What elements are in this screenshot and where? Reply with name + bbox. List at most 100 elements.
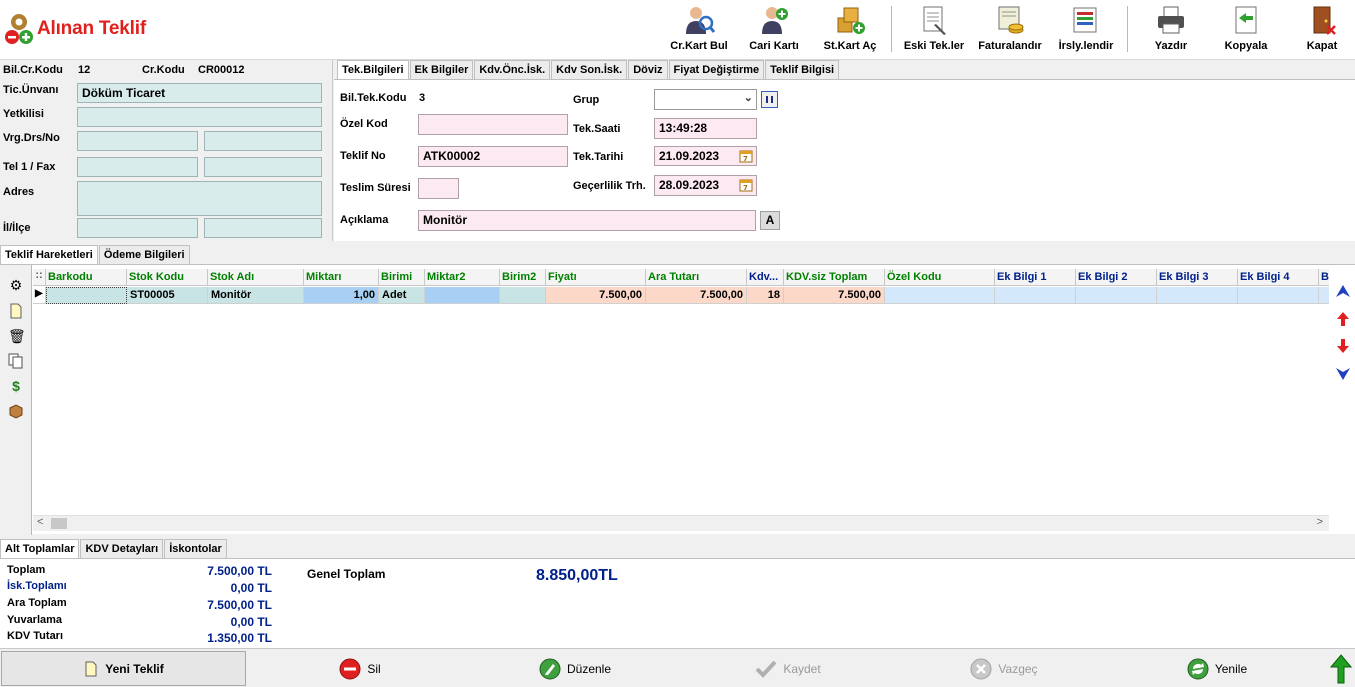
grup-select[interactable]: ⌄	[654, 89, 757, 110]
col-birim2[interactable]: Birim2	[500, 269, 546, 286]
cell-kdv[interactable]: 18	[747, 287, 784, 304]
table-row[interactable]: ▶ ST00005 Monitör 1,00 Adet 7.500,00 7.5…	[33, 287, 1329, 304]
delete-trash-icon[interactable]: 🗑	[8, 328, 26, 344]
col-ek-bilgi-2[interactable]: Ek Bilgi 2	[1076, 269, 1157, 286]
duzenle-button[interactable]: Düzenle	[530, 651, 620, 686]
col-kdv[interactable]: Kdv...	[747, 269, 784, 286]
sil-button[interactable]: Sil	[330, 651, 390, 686]
col-birimi[interactable]: Birimi	[379, 269, 425, 286]
tab-teklif-bilgisi[interactable]: Teklif Bilgisi	[765, 60, 840, 79]
move-down-icon[interactable]	[1334, 337, 1352, 355]
yenile-button[interactable]: Yenile	[1182, 651, 1252, 686]
scroll-right-icon[interactable]: >	[1317, 516, 1323, 528]
cell-ozel-kodu[interactable]	[885, 287, 995, 304]
col-stok-adi[interactable]: Stok Adı	[208, 269, 304, 286]
tab-teklif-hareketleri[interactable]: Teklif Hareketleri	[0, 245, 98, 265]
eski-tekler-button[interactable]: Eski Tek.ler	[899, 4, 969, 56]
cell-b[interactable]	[1319, 287, 1329, 304]
tab-fiyat-degistirme[interactable]: Fiyat Değiştirme	[668, 60, 765, 79]
tab-kdv-onc-isk[interactable]: Kdv.Önc.İsk.	[474, 60, 551, 79]
scrollbar-thumb[interactable]	[51, 518, 67, 529]
fax-field[interactable]	[204, 157, 322, 177]
cr-kart-bul-button[interactable]: Cr.Kart Bul	[667, 4, 731, 56]
copy-row-icon[interactable]	[8, 353, 24, 369]
calendar-icon[interactable]: 7	[739, 178, 753, 192]
col-miktar2[interactable]: Miktar2	[425, 269, 500, 286]
cell-miktari[interactable]: 1,00	[304, 287, 379, 304]
tek-saati-field[interactable]: 13:49:28	[654, 118, 757, 139]
faturalandir-button[interactable]: Faturalandır	[973, 4, 1047, 56]
cell-ek-bilgi-3[interactable]	[1157, 287, 1238, 304]
move-last-icon[interactable]	[1334, 364, 1352, 382]
gecerlilik-field[interactable]: 28.09.2023 7	[654, 175, 757, 196]
kopyala-button[interactable]: Kopyala	[1218, 4, 1274, 56]
col-ozel-kodu[interactable]: Özel Kodu	[885, 269, 995, 286]
grup-lookup-button[interactable]	[761, 91, 778, 108]
cell-kdvsiz-toplam[interactable]: 7.500,00	[784, 287, 885, 304]
cell-stok-kodu[interactable]: ST00005	[127, 287, 208, 304]
cell-fiyati[interactable]: 7.500,00	[546, 287, 646, 304]
aciklama-field[interactable]: Monitör	[418, 210, 756, 231]
tab-tek-bilgileri[interactable]: Tek.Bilgileri	[337, 60, 409, 80]
ilce-field[interactable]	[204, 218, 322, 238]
col-ek-bilgi-3[interactable]: Ek Bilgi 3	[1157, 269, 1238, 286]
vergi-dairesi-field[interactable]	[77, 131, 198, 151]
yetkilisi-field[interactable]	[77, 107, 322, 127]
tab-doviz[interactable]: Döviz	[628, 60, 668, 79]
col-ek-bilgi-4[interactable]: Ek Bilgi 4	[1238, 269, 1319, 286]
tab-kdv-detaylari[interactable]: KDV Detayları	[80, 539, 164, 558]
grid-corner[interactable]: ::	[33, 269, 46, 286]
tab-kdv-son-isk[interactable]: Kdv Son.İsk.	[551, 60, 628, 79]
go-up-arrow-icon[interactable]	[1330, 654, 1352, 684]
tab-iskontolar[interactable]: İskontolar	[164, 539, 227, 558]
package-icon[interactable]	[8, 403, 24, 419]
tab-alt-toplamlar[interactable]: Alt Toplamlar	[0, 539, 80, 559]
cell-ek-bilgi-2[interactable]	[1076, 287, 1157, 304]
il-field[interactable]	[77, 218, 198, 238]
col-miktari[interactable]: Miktarı	[304, 269, 379, 286]
tek-tarihi-field[interactable]: 21.09.2023 7	[654, 146, 757, 166]
ozel-kod-field[interactable]	[418, 114, 568, 135]
col-ara-tutari[interactable]: Ara Tutarı	[646, 269, 747, 286]
tab-odeme-bilgileri[interactable]: Ödeme Bilgileri	[98, 245, 190, 264]
cell-ara-tutari[interactable]: 7.500,00	[646, 287, 747, 304]
teklif-no-field[interactable]: ATK00002	[418, 146, 568, 167]
move-up-icon[interactable]	[1334, 310, 1352, 328]
yeni-teklif-button[interactable]: Yeni Teklif	[1, 651, 246, 686]
col-barkodu[interactable]: Barkodu	[46, 269, 127, 286]
settings-gear-icon[interactable]: ⚙	[8, 277, 24, 293]
col-fiyati[interactable]: Fiyatı	[546, 269, 646, 286]
new-row-icon[interactable]	[8, 303, 24, 319]
irsaliyelendir-button[interactable]: İrsly.lendir	[1053, 4, 1119, 56]
vrg-drs-no-label: Vrg.Drs/No	[3, 132, 60, 144]
col-stok-kodu[interactable]: Stok Kodu	[127, 269, 208, 286]
adres-field[interactable]	[77, 181, 322, 216]
tel-field[interactable]	[77, 157, 198, 177]
tab-ek-bilgiler[interactable]: Ek Bilgiler	[409, 60, 474, 79]
calendar-icon[interactable]: 7	[739, 149, 753, 163]
cell-birim2[interactable]	[500, 287, 546, 304]
kaydet-button[interactable]: Kaydet	[748, 651, 828, 686]
cell-ek-bilgi-1[interactable]	[995, 287, 1076, 304]
aciklama-edit-button[interactable]: A	[760, 211, 780, 230]
yazdir-button[interactable]: Yazdır	[1147, 4, 1195, 56]
col-b[interactable]: B	[1319, 269, 1329, 286]
move-first-icon[interactable]	[1334, 283, 1352, 301]
col-ek-bilgi-1[interactable]: Ek Bilgi 1	[995, 269, 1076, 286]
price-dollar-icon[interactable]: $	[8, 378, 24, 394]
cell-barkodu[interactable]	[46, 287, 127, 304]
cari-karti-button[interactable]: Cari Kartı	[744, 4, 804, 56]
vergi-no-field[interactable]	[204, 131, 322, 151]
vazgec-button[interactable]: Vazgeç	[964, 651, 1044, 686]
st-kart-ac-button[interactable]: St.Kart Aç	[818, 4, 882, 56]
cell-stok-adi[interactable]: Monitör	[208, 287, 304, 304]
cell-birimi[interactable]: Adet	[379, 287, 425, 304]
scroll-left-icon[interactable]: <	[37, 516, 43, 528]
col-kdvsiz-toplam[interactable]: KDV.siz Toplam	[784, 269, 885, 286]
kapat-button[interactable]: Kapat	[1298, 4, 1346, 56]
teslim-suresi-field[interactable]	[418, 178, 459, 199]
cell-miktar2[interactable]	[425, 287, 500, 304]
tic-unvani-field[interactable]: Döküm Ticaret	[77, 83, 322, 103]
cell-ek-bilgi-4[interactable]	[1238, 287, 1319, 304]
grid-horizontal-scrollbar[interactable]: < >	[33, 515, 1329, 531]
